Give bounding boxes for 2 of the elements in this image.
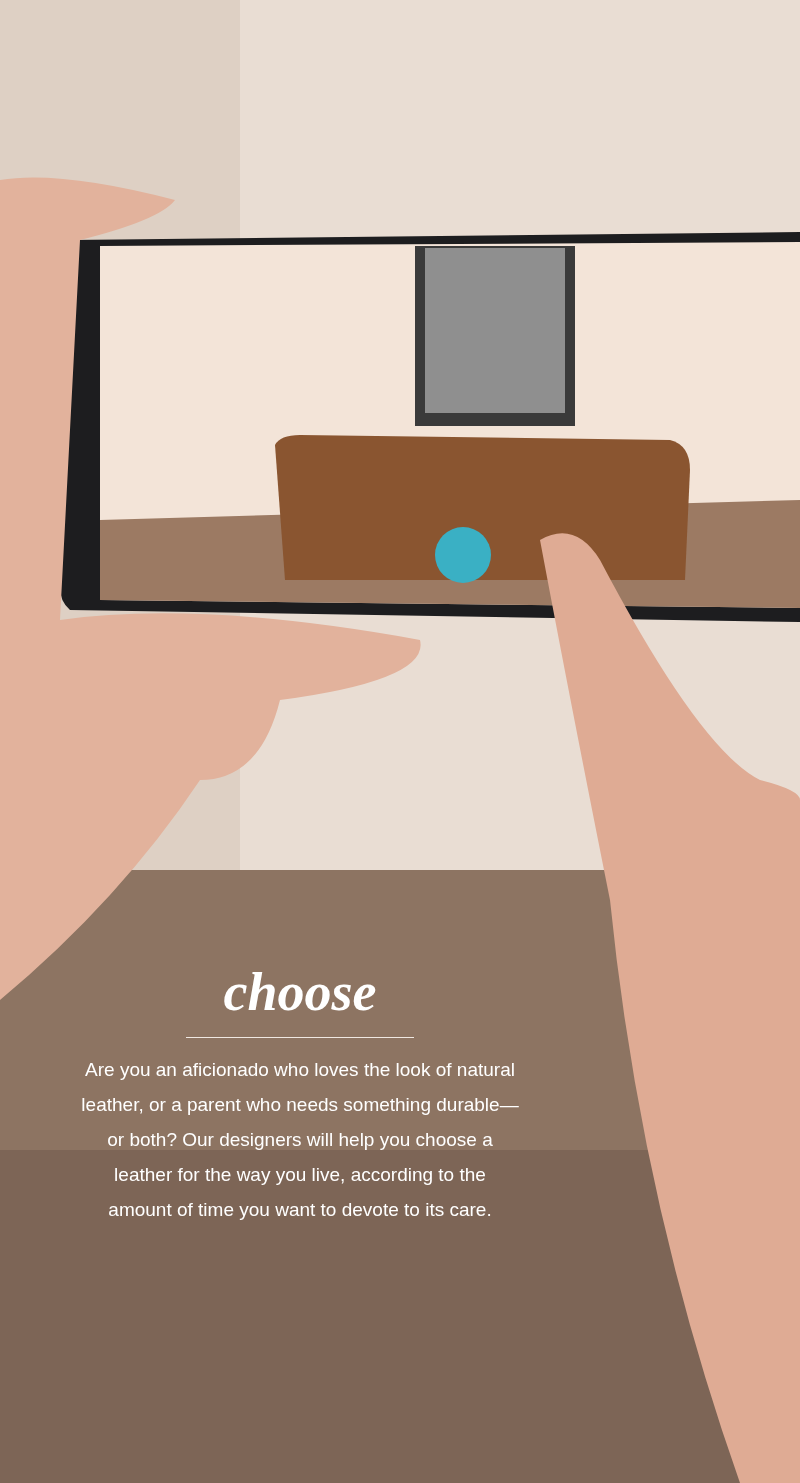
section-paragraph: Are you an aficionado who loves the look of natural leather, or a parent who needs something durable—or both? Our designers will help you choose a leather for the way you live, according to the amount of time you want to devote to its care.: [80, 1057, 520, 1222]
section-heading: choose: [223, 961, 377, 1024]
